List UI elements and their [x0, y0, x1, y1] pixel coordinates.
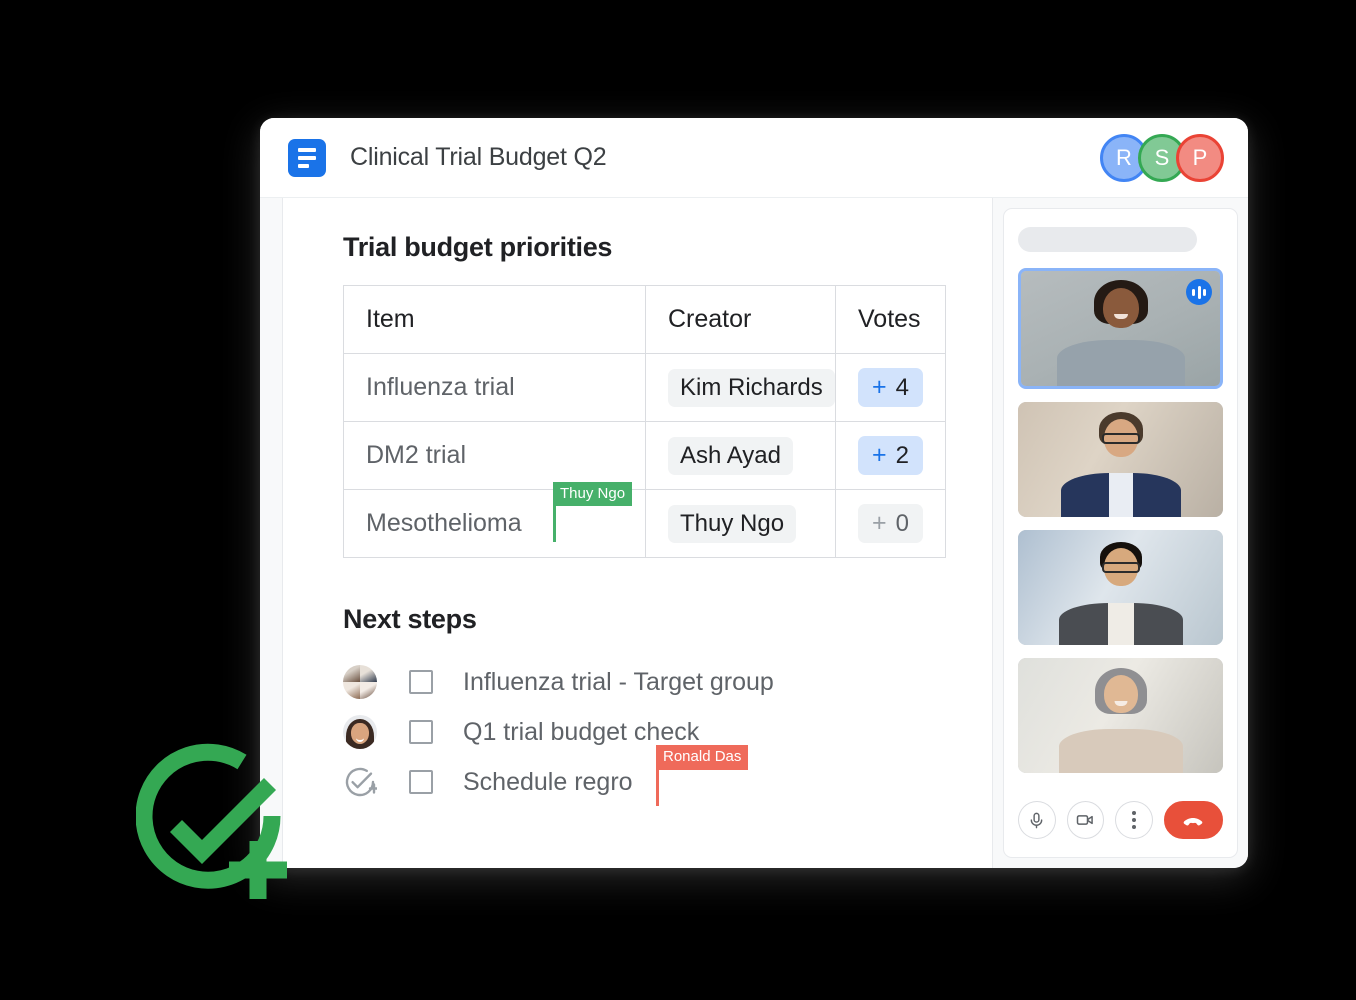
- column-header-votes: Votes: [835, 285, 946, 354]
- creator-chip[interactable]: Thuy Ngo: [668, 504, 797, 543]
- google-docs-icon[interactable]: [288, 138, 326, 177]
- vote-count: 0: [895, 510, 909, 537]
- table-header-row: Item Creator Votes: [343, 285, 946, 354]
- microphone-button[interactable]: [1018, 801, 1056, 839]
- task-label-text: Schedule regro: [463, 767, 633, 796]
- task-label[interactable]: Influenza trial - Target group: [463, 668, 774, 697]
- list-item[interactable]: Q1 trial budget check: [343, 707, 952, 757]
- cursor-caret: [656, 769, 659, 806]
- document-canvas[interactable]: Trial budget priorities Item Creator Vot…: [283, 198, 992, 868]
- person-avatar[interactable]: [343, 715, 377, 749]
- document-body: Trial budget priorities Item Creator Vot…: [260, 198, 1248, 868]
- video-tile-participant-2[interactable]: [1018, 402, 1223, 517]
- collaborator-avatar-stack: R S P: [1100, 133, 1224, 182]
- avatar-collaborator-p[interactable]: P: [1176, 133, 1224, 182]
- cursor-name-tag: Ronald Das: [656, 745, 749, 770]
- task-label[interactable]: Schedule regro Ronald Das: [463, 745, 749, 806]
- cell-creator[interactable]: Ash Ayad: [645, 421, 836, 490]
- vote-count: 4: [895, 374, 909, 401]
- cell-votes[interactable]: + 2: [835, 421, 946, 490]
- cell-item[interactable]: Influenza trial: [343, 353, 646, 422]
- more-options-button[interactable]: [1115, 801, 1153, 839]
- priorities-table[interactable]: Item Creator Votes Influenza trial Kim R…: [343, 285, 946, 558]
- participant-3-photo: [1018, 530, 1223, 645]
- cursor-caret: [553, 506, 556, 542]
- list-item[interactable]: Influenza trial - Target group: [343, 657, 952, 707]
- group-avatar[interactable]: [343, 665, 377, 699]
- three-dots-icon: [1131, 811, 1136, 829]
- green-add-task-icon: [135, 742, 288, 904]
- meet-title-placeholder: [1018, 227, 1197, 252]
- task-list: Influenza trial - Target group Q1 trial …: [343, 657, 952, 807]
- column-header-item-label: Item: [366, 305, 415, 333]
- vote-plus-icon: +: [872, 509, 887, 537]
- table-row[interactable]: DM2 trial Ash Ayad + 2: [343, 421, 946, 490]
- task-checkbox[interactable]: [409, 670, 433, 694]
- participant-2-photo: [1018, 402, 1223, 517]
- meet-side-panel: [992, 198, 1248, 868]
- page-title[interactable]: Clinical Trial Budget Q2: [350, 143, 607, 172]
- video-tile-participant-1[interactable]: [1018, 268, 1223, 389]
- vote-chip[interactable]: + 4: [858, 368, 923, 407]
- cell-item[interactable]: DM2 trial: [343, 421, 646, 490]
- cell-item-text: Mesothelioma: [366, 509, 522, 537]
- column-header-votes-label: Votes: [858, 305, 921, 333]
- meet-controls: [1018, 795, 1223, 843]
- add-task-icon[interactable]: [343, 765, 380, 799]
- camera-button[interactable]: [1066, 801, 1105, 839]
- creator-chip[interactable]: Ash Ayad: [668, 436, 793, 475]
- section-title-priorities: Trial budget priorities: [343, 232, 613, 262]
- cell-votes[interactable]: + 4: [835, 353, 946, 422]
- hang-up-button[interactable]: [1163, 801, 1223, 839]
- creator-chip[interactable]: Kim Richards: [668, 368, 835, 407]
- document-header: Clinical Trial Budget Q2 R S P: [260, 118, 1248, 198]
- section-title-next-steps: Next steps: [343, 604, 477, 634]
- cell-creator[interactable]: Kim Richards: [645, 353, 836, 422]
- column-header-creator: Creator: [645, 285, 836, 354]
- vote-count: 2: [895, 442, 909, 469]
- video-tile-participant-4[interactable]: [1018, 658, 1223, 773]
- collaborator-cursor-thuy-ngo: Thuy Ngo: [553, 481, 633, 542]
- table-row[interactable]: Influenza trial Kim Richards + 4: [343, 353, 946, 422]
- speaking-indicator-icon: [1186, 279, 1212, 305]
- vote-plus-icon: +: [872, 373, 887, 401]
- table-row[interactable]: Mesothelioma Thuy Ngo Thuy Ngo + 0: [343, 481, 946, 558]
- meet-card: [1003, 208, 1238, 858]
- task-checkbox[interactable]: [409, 720, 433, 744]
- participant-4-photo: [1018, 658, 1223, 773]
- app-window: Clinical Trial Budget Q2 R S P Trial bud…: [260, 118, 1248, 868]
- vote-chip[interactable]: + 2: [858, 436, 923, 475]
- column-header-creator-label: Creator: [668, 305, 752, 333]
- video-tile-participant-3[interactable]: [1018, 530, 1223, 645]
- cursor-name-tag: Thuy Ngo: [553, 481, 633, 506]
- column-header-item: Item: [343, 285, 646, 354]
- collaborator-cursor-ronald-das: Ronald Das: [656, 745, 749, 806]
- cell-votes[interactable]: + 0: [835, 489, 946, 558]
- cell-creator[interactable]: Thuy Ngo: [645, 489, 836, 558]
- task-checkbox[interactable]: [409, 770, 433, 794]
- list-item[interactable]: Schedule regro Ronald Das: [343, 745, 952, 807]
- task-label[interactable]: Q1 trial budget check: [463, 718, 699, 747]
- cell-item[interactable]: Mesothelioma Thuy Ngo: [343, 481, 646, 558]
- vote-plus-icon: +: [872, 441, 887, 469]
- vote-chip[interactable]: + 0: [858, 504, 923, 543]
